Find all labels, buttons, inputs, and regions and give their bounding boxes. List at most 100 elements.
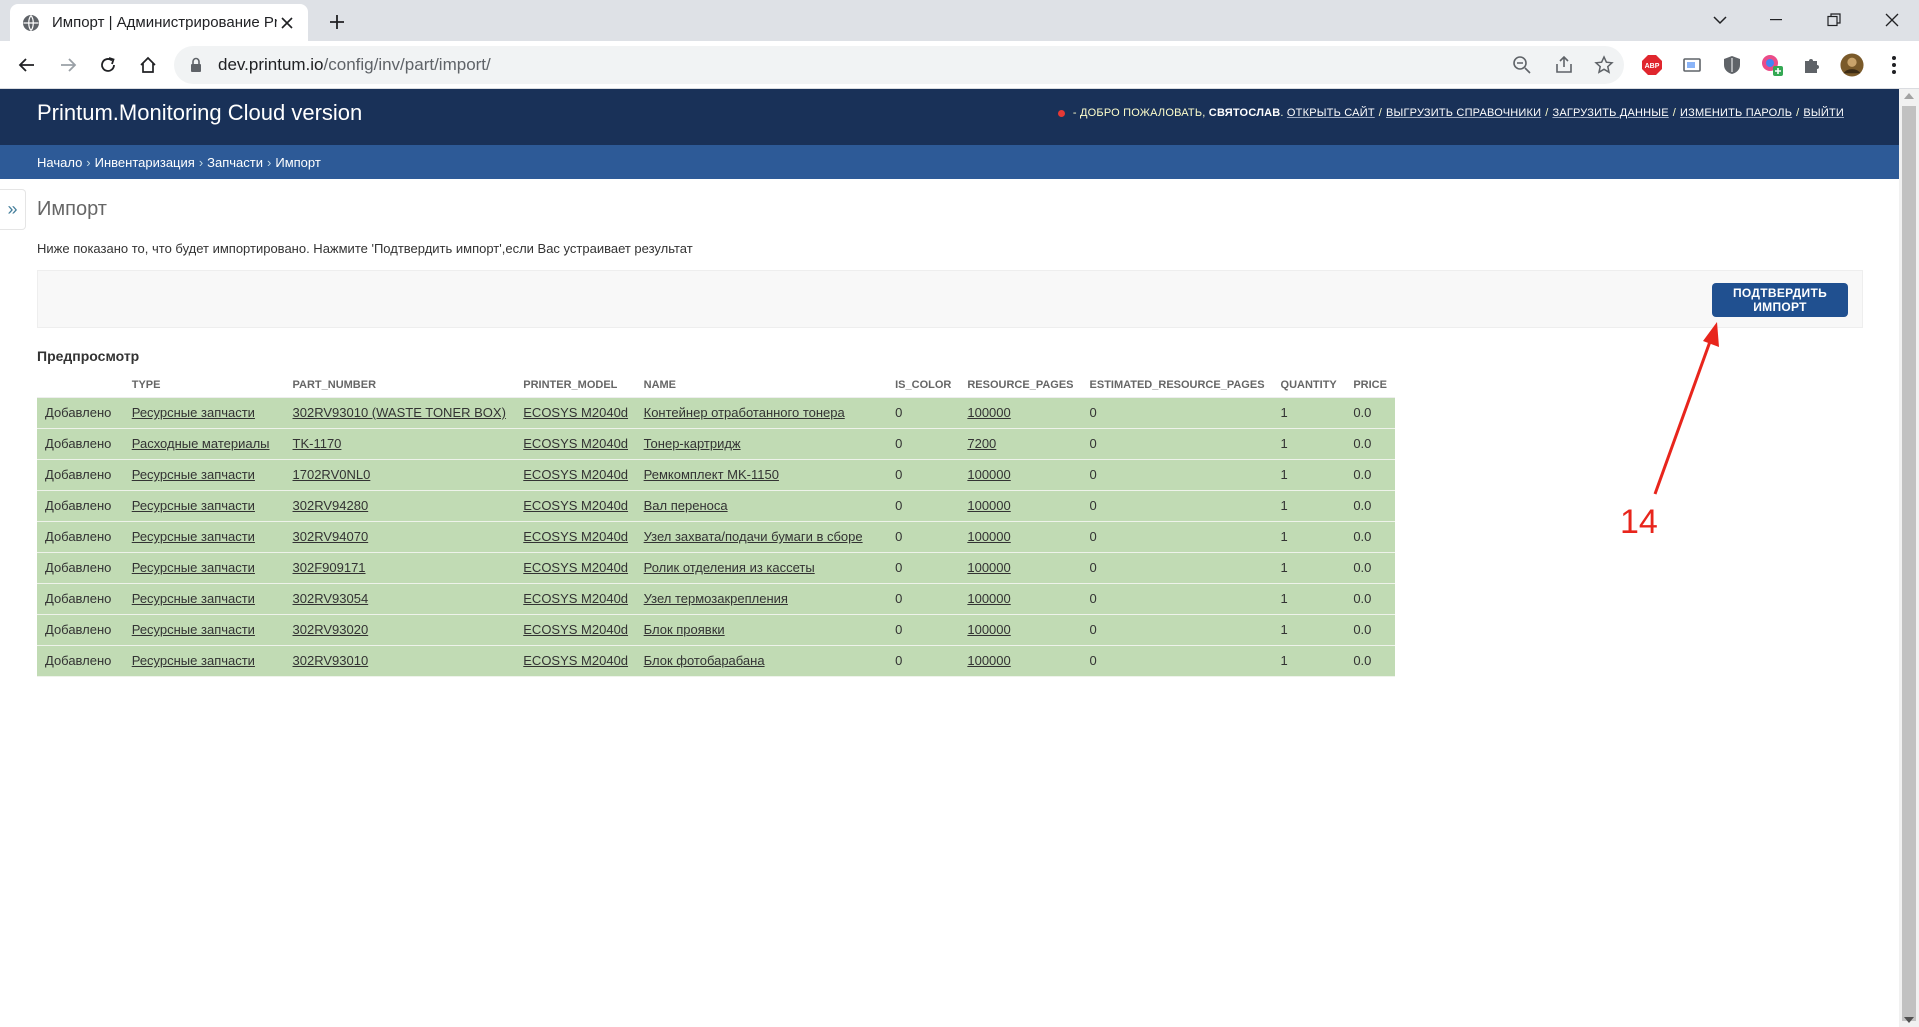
type-link[interactable]: Ресурсные запчасти bbox=[132, 622, 255, 637]
cell-resource-pages: 100000 bbox=[959, 583, 1082, 615]
breadcrumb-inventory[interactable]: Инвентаризация bbox=[95, 155, 195, 170]
close-window-icon[interactable] bbox=[1872, 6, 1912, 34]
address-bar[interactable]: dev.printum.io/config/inv/part/import/ bbox=[174, 46, 1624, 84]
confirm-import-button[interactable]: ПОДТВЕРДИТЬ ИМПОРТ bbox=[1712, 283, 1848, 317]
printer-model-link[interactable]: ECOSYS M2040d bbox=[523, 653, 628, 668]
site-brand[interactable]: Printum.Monitoring Cloud version bbox=[37, 100, 362, 126]
browser-tab[interactable]: Импорт | Администрирование Printum bbox=[10, 4, 308, 41]
part-number-link[interactable]: 302RV94070 bbox=[293, 529, 369, 544]
printer-model-link[interactable]: ECOSYS M2040d bbox=[523, 560, 628, 575]
forward-arrow-icon[interactable] bbox=[56, 53, 80, 77]
breadcrumb-parts[interactable]: Запчасти bbox=[207, 155, 263, 170]
reload-icon[interactable] bbox=[96, 53, 120, 77]
type-link[interactable]: Ресурсные запчасти bbox=[132, 591, 255, 606]
resource-pages-link[interactable]: 7200 bbox=[967, 436, 996, 451]
name-link[interactable]: Контейнер отработанного тонера bbox=[644, 405, 845, 420]
zoom-icon[interactable] bbox=[1512, 55, 1532, 75]
resource-pages-link[interactable]: 100000 bbox=[967, 467, 1010, 482]
name-link[interactable]: Блок фотобарабана bbox=[644, 653, 765, 668]
shield-extension-icon[interactable] bbox=[1720, 53, 1744, 77]
part-number-link[interactable]: 302RV93020 bbox=[293, 622, 369, 637]
export-references-link[interactable]: ВЫГРУЗИТЬ СПРАВОЧНИКИ bbox=[1386, 107, 1541, 119]
printer-model-link[interactable]: ECOSYS M2040d bbox=[523, 622, 628, 637]
cell-price: 0.0 bbox=[1345, 490, 1395, 522]
bookmark-star-icon[interactable] bbox=[1594, 55, 1614, 75]
type-link[interactable]: Ресурсные запчасти bbox=[132, 405, 255, 420]
color-extension-icon[interactable] bbox=[1760, 53, 1784, 77]
menu-kebab-icon[interactable] bbox=[1882, 53, 1906, 77]
resource-pages-link[interactable]: 100000 bbox=[967, 560, 1010, 575]
printer-model-link[interactable]: ECOSYS M2040d bbox=[523, 529, 628, 544]
logout-link[interactable]: ВЫЙТИ bbox=[1803, 107, 1844, 119]
part-number-link[interactable]: 302F909171 bbox=[293, 560, 366, 575]
cell-part-number: TK-1170 bbox=[284, 428, 516, 460]
change-password-link[interactable]: ИЗМЕНИТЬ ПАРОЛЬ bbox=[1680, 107, 1792, 119]
resource-pages-link[interactable]: 100000 bbox=[967, 498, 1010, 513]
type-link[interactable]: Ресурсные запчасти bbox=[132, 529, 255, 544]
restore-icon[interactable] bbox=[1814, 6, 1854, 34]
lock-icon[interactable] bbox=[190, 57, 202, 78]
type-link[interactable]: Расходные материалы bbox=[132, 436, 270, 451]
cell-price: 0.0 bbox=[1345, 428, 1395, 460]
sidebar-toggle-button[interactable]: » bbox=[0, 189, 26, 230]
name-link[interactable]: Блок проявки bbox=[644, 622, 725, 637]
cell-price: 0.0 bbox=[1345, 521, 1395, 553]
part-number-link[interactable]: 1702RV0NL0 bbox=[293, 467, 371, 482]
open-site-link[interactable]: ОТКРЫТЬ САЙТ bbox=[1287, 107, 1375, 119]
resource-pages-link[interactable]: 100000 bbox=[967, 529, 1010, 544]
name-link[interactable]: Ремкомплект MK-1150 bbox=[644, 467, 779, 482]
close-tab-icon[interactable] bbox=[278, 14, 296, 32]
name-link[interactable]: Тонер-картридж bbox=[644, 436, 741, 451]
cast-extension-icon[interactable] bbox=[1680, 53, 1704, 77]
home-icon[interactable] bbox=[136, 53, 160, 77]
resource-pages-link[interactable]: 100000 bbox=[967, 591, 1010, 606]
cell-quantity: 1 bbox=[1272, 552, 1346, 584]
part-number-link[interactable]: 302RV93010 (WASTE TONER BOX) bbox=[293, 405, 506, 420]
upload-data-link[interactable]: ЗАГРУЗИТЬ ДАННЫЕ bbox=[1552, 107, 1668, 119]
part-number-link[interactable]: 302RV93010 bbox=[293, 653, 369, 668]
printer-model-link[interactable]: ECOSYS M2040d bbox=[523, 405, 628, 420]
profile-avatar-icon[interactable] bbox=[1840, 53, 1864, 77]
cell-name: Узел термозакрепления bbox=[635, 583, 888, 615]
name-link[interactable]: Ролик отделения из кассеты bbox=[644, 560, 815, 575]
resource-pages-link[interactable]: 100000 bbox=[967, 622, 1010, 637]
breadcrumb-home[interactable]: Начало bbox=[37, 155, 82, 170]
cell-printer-model: ECOSYS M2040d bbox=[515, 614, 636, 646]
new-tab-button[interactable] bbox=[325, 10, 349, 34]
printer-model-link[interactable]: ECOSYS M2040d bbox=[523, 498, 628, 513]
resource-pages-link[interactable]: 100000 bbox=[967, 405, 1010, 420]
type-link[interactable]: Ресурсные запчасти bbox=[132, 653, 255, 668]
part-number-link[interactable]: 302RV94280 bbox=[293, 498, 369, 513]
back-arrow-icon[interactable] bbox=[15, 53, 39, 77]
cell-printer-model: ECOSYS M2040d bbox=[515, 397, 636, 429]
printer-model-link[interactable]: ECOSYS M2040d bbox=[523, 591, 628, 606]
cell-type: Ресурсные запчасти bbox=[123, 614, 285, 646]
name-link[interactable]: Узел термозакрепления bbox=[644, 591, 788, 606]
adblock-extension-icon[interactable]: ABP bbox=[1640, 53, 1664, 77]
cell-quantity: 1 bbox=[1272, 614, 1346, 646]
printer-model-link[interactable]: ECOSYS M2040d bbox=[523, 467, 628, 482]
minimize-icon[interactable] bbox=[1756, 6, 1796, 34]
scroll-down-arrow-icon[interactable] bbox=[1904, 1017, 1914, 1023]
type-link[interactable]: Ресурсные запчасти bbox=[132, 560, 255, 575]
cell-status: Добавлено bbox=[37, 490, 124, 522]
name-link[interactable]: Узел захвата/подачи бумаги в сборе bbox=[644, 529, 863, 544]
cell-type: Ресурсные запчасти bbox=[123, 459, 285, 491]
cell-estimated-resource-pages: 0 bbox=[1081, 521, 1273, 553]
cell-name: Узел захвата/подачи бумаги в сборе bbox=[635, 521, 888, 553]
share-icon[interactable] bbox=[1554, 55, 1574, 75]
tab-search-icon[interactable] bbox=[1700, 6, 1740, 34]
name-link[interactable]: Вал переноса bbox=[644, 498, 728, 513]
resource-pages-link[interactable]: 100000 bbox=[967, 653, 1010, 668]
scroll-up-arrow-icon[interactable] bbox=[1904, 93, 1914, 99]
page-scrollbar[interactable] bbox=[1899, 89, 1919, 1027]
part-number-link[interactable]: 302RV93054 bbox=[293, 591, 369, 606]
type-link[interactable]: Ресурсные запчасти bbox=[132, 467, 255, 482]
puzzle-extensions-icon[interactable] bbox=[1800, 53, 1824, 77]
type-link[interactable]: Ресурсные запчасти bbox=[132, 498, 255, 513]
cell-type: Ресурсные запчасти bbox=[123, 397, 285, 429]
column-header-quantity: QUANTITY bbox=[1272, 372, 1346, 398]
scrollbar-thumb[interactable] bbox=[1902, 106, 1916, 1021]
printer-model-link[interactable]: ECOSYS M2040d bbox=[523, 436, 628, 451]
part-number-link[interactable]: TK-1170 bbox=[293, 436, 342, 451]
